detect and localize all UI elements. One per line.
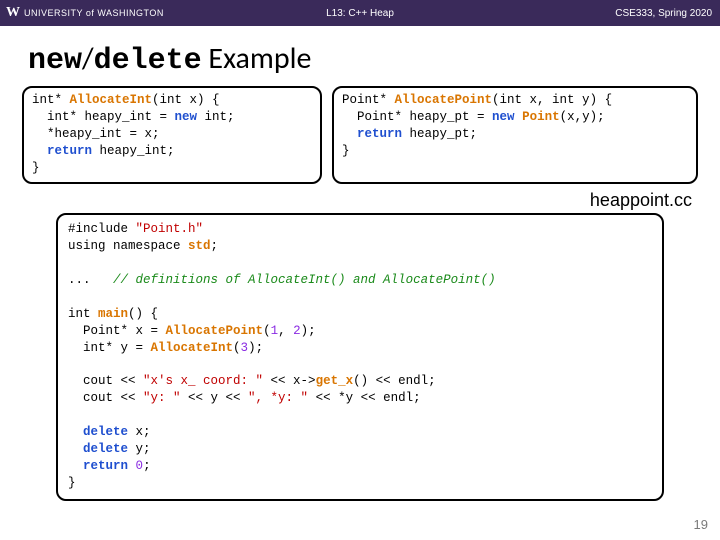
lecture-title: L13: C++ Heap <box>326 8 394 19</box>
title-mono-new: new <box>28 44 82 78</box>
title-mono-delete: delete <box>94 44 202 78</box>
code-row: int* AllocateInt(int x) { int* heapy_int… <box>0 86 720 188</box>
code-allocate-int: int* AllocateInt(int x) { int* heapy_int… <box>22 86 322 184</box>
main-code-wrap: #include "Point.h" using namespace std; … <box>0 213 720 501</box>
slide-title: new/delete Example <box>0 26 720 86</box>
code-allocate-point: Point* AllocatePoint(int x, int y) { Poi… <box>332 86 698 184</box>
page-number: 19 <box>694 517 708 532</box>
file-label: heappoint.cc <box>0 188 720 213</box>
course-info: CSE333, Spring 2020 <box>615 8 712 19</box>
uw-text: UNIVERSITY of WASHINGTON <box>24 8 164 18</box>
code-main: #include "Point.h" using namespace std; … <box>56 213 664 501</box>
header-bar: W UNIVERSITY of WASHINGTON L13: C++ Heap… <box>0 0 720 26</box>
uw-w-mark: W <box>6 5 20 21</box>
title-rest: Example <box>202 40 312 77</box>
uw-logo: W UNIVERSITY of WASHINGTON <box>0 5 164 21</box>
title-slash: / <box>82 40 94 77</box>
